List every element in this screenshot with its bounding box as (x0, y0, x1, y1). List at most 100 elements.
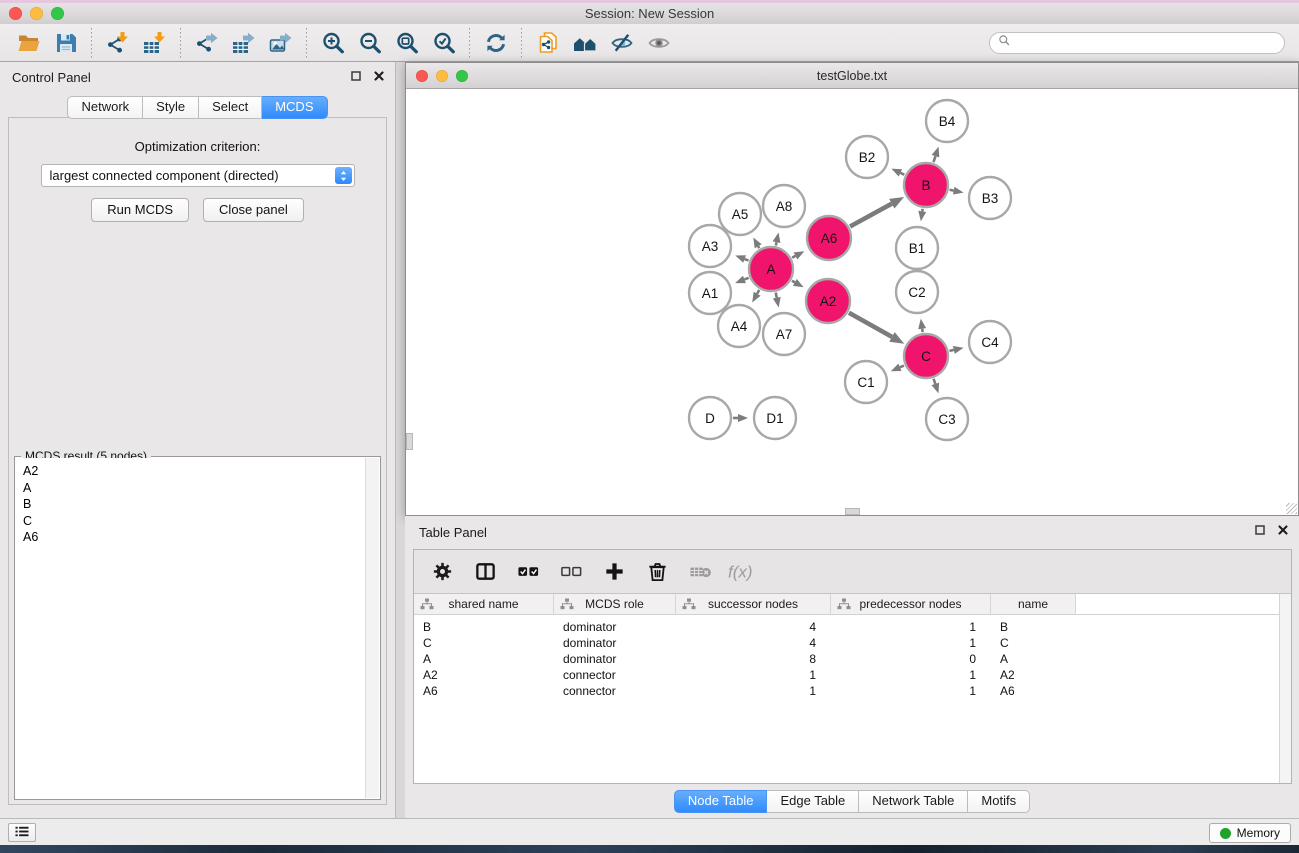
graph-node-A3[interactable]: A3 (689, 225, 731, 267)
result-scrollbar-track[interactable] (365, 458, 379, 798)
clone-network-button[interactable] (529, 27, 566, 59)
graph-edge-C-C3[interactable] (934, 379, 936, 384)
export-network-button[interactable] (188, 27, 225, 59)
first-neighbors-button[interactable] (566, 27, 603, 59)
mcds-result-item[interactable]: A (23, 480, 364, 497)
memory-button[interactable]: Memory (1209, 823, 1291, 843)
graph-node-A4[interactable]: A4 (718, 305, 760, 347)
zoom-window-button[interactable] (51, 7, 64, 20)
graph-node-A[interactable]: A (749, 247, 793, 291)
float-panel-icon[interactable] (1254, 524, 1266, 536)
graph-edge-A-A2[interactable] (792, 281, 795, 283)
zoom-view-button[interactable] (456, 70, 468, 82)
mcds-result-item[interactable]: A6 (23, 529, 364, 546)
graph-node-A7[interactable]: A7 (763, 313, 805, 355)
minimize-view-button[interactable] (436, 70, 448, 82)
search-input[interactable] (1016, 36, 1276, 50)
tab-motifs[interactable]: Motifs (968, 790, 1030, 813)
graph-node-B[interactable]: B (904, 163, 948, 207)
graph-node-A6[interactable]: A6 (807, 216, 851, 260)
search-box[interactable] (989, 32, 1285, 54)
graph-node-B2[interactable]: B2 (846, 136, 888, 178)
graph-edge-A-A8[interactable] (776, 242, 777, 245)
tab-network-table[interactable]: Network Table (859, 790, 968, 813)
graph-node-A8[interactable]: A8 (763, 185, 805, 227)
graph-edge-B-B3[interactable] (950, 190, 954, 191)
refresh-layout-button[interactable] (477, 27, 514, 59)
zoom-in-button[interactable] (314, 27, 351, 59)
task-history-button[interactable] (8, 823, 36, 842)
graph-node-A2[interactable]: A2 (806, 279, 850, 323)
graph-edge-B-B4[interactable] (933, 156, 935, 162)
graph-edge-A-A6[interactable] (792, 256, 795, 258)
graph-edge-C-C1[interactable] (900, 366, 904, 368)
graph-node-C1[interactable]: C1 (845, 361, 887, 403)
import-network-button[interactable] (99, 27, 136, 59)
graph-node-D[interactable]: D (689, 397, 731, 439)
export-table-button[interactable] (225, 27, 262, 59)
settings-button[interactable] (424, 555, 460, 589)
graph-node-B4[interactable]: B4 (926, 100, 968, 142)
table-row[interactable]: A2connector11A2 (414, 667, 1291, 683)
show-all-button[interactable] (640, 27, 677, 59)
hide-selected-button[interactable] (603, 27, 640, 59)
window-titlebar[interactable]: Session: New Session (0, 3, 1299, 24)
select-all-button[interactable] (510, 555, 546, 589)
table-row[interactable]: Cdominator41C (414, 635, 1291, 651)
graph-node-B3[interactable]: B3 (969, 177, 1011, 219)
graph-node-B1[interactable]: B1 (896, 227, 938, 269)
table-row[interactable]: Bdominator41B (414, 619, 1291, 635)
graph-edge-B-B2[interactable] (900, 173, 904, 175)
mcds-result-item[interactable]: B (23, 496, 364, 513)
open-session-button[interactable] (10, 27, 47, 59)
graph-edge-A-A7[interactable] (776, 293, 777, 298)
split-columns-button[interactable] (467, 555, 503, 589)
close-panel-icon[interactable] (373, 70, 385, 82)
table-scrollbar-track[interactable] (1279, 594, 1291, 783)
graph-node-A1[interactable]: A1 (689, 272, 731, 314)
zoom-selected-button[interactable] (425, 27, 462, 59)
table-row[interactable]: Adominator80A (414, 651, 1291, 667)
tab-mcds[interactable]: MCDS (262, 96, 327, 119)
deselect-all-button[interactable] (553, 555, 589, 589)
mcds-result-item[interactable]: A2 (23, 463, 364, 480)
vertical-scrollbar-thumb[interactable] (406, 433, 413, 450)
graph-node-C2[interactable]: C2 (896, 271, 938, 313)
graph-edge-A2-C[interactable] (849, 313, 892, 337)
graph-edge-A-A5[interactable] (758, 246, 759, 248)
zoom-fit-button[interactable] (388, 27, 425, 59)
add-row-button[interactable] (596, 555, 632, 589)
column-header-shared-name[interactable]: shared name (414, 594, 554, 614)
resize-grip[interactable] (1286, 503, 1297, 514)
close-panel-icon[interactable] (1277, 524, 1289, 536)
graph-edge-C-C2[interactable] (922, 329, 923, 333)
column-header-MCDS-role[interactable]: MCDS role (554, 594, 676, 614)
tab-edge-table[interactable]: Edge Table (767, 790, 859, 813)
column-header-name[interactable]: name (991, 594, 1076, 614)
graph-node-A5[interactable]: A5 (719, 193, 761, 235)
horizontal-scrollbar-thumb[interactable] (845, 508, 860, 515)
optimization-criterion-select[interactable]: largest connected component (directed) (41, 164, 355, 187)
column-header-predecessor-nodes[interactable]: predecessor nodes (831, 594, 991, 614)
graph-edge-C-C4[interactable] (949, 350, 953, 351)
graph-edge-A-A4[interactable] (757, 290, 759, 294)
export-image-button[interactable] (262, 27, 299, 59)
column-header-successor-nodes[interactable]: successor nodes (676, 594, 831, 614)
tab-select[interactable]: Select (199, 96, 262, 119)
graph-node-C3[interactable]: C3 (926, 398, 968, 440)
run-mcds-button[interactable]: Run MCDS (91, 198, 189, 222)
minimize-window-button[interactable] (30, 7, 43, 20)
float-panel-icon[interactable] (350, 70, 362, 82)
table-row[interactable]: A6connector11A6 (414, 683, 1291, 699)
close-view-button[interactable] (416, 70, 428, 82)
delete-row-button[interactable] (639, 555, 675, 589)
close-window-button[interactable] (9, 7, 22, 20)
tab-network[interactable]: Network (67, 96, 143, 119)
zoom-out-button[interactable] (351, 27, 388, 59)
graph-edge-A-A3[interactable] (745, 259, 749, 260)
save-session-button[interactable] (47, 27, 84, 59)
graph-edge-A-A1[interactable] (744, 278, 748, 280)
tab-style[interactable]: Style (143, 96, 199, 119)
network-canvas[interactable]: B4B2BB3A8A5A6B1A3AA1C2A2A4A7C4CC1C3DD1 (406, 90, 1298, 515)
mcds-result-item[interactable]: C (23, 513, 364, 530)
